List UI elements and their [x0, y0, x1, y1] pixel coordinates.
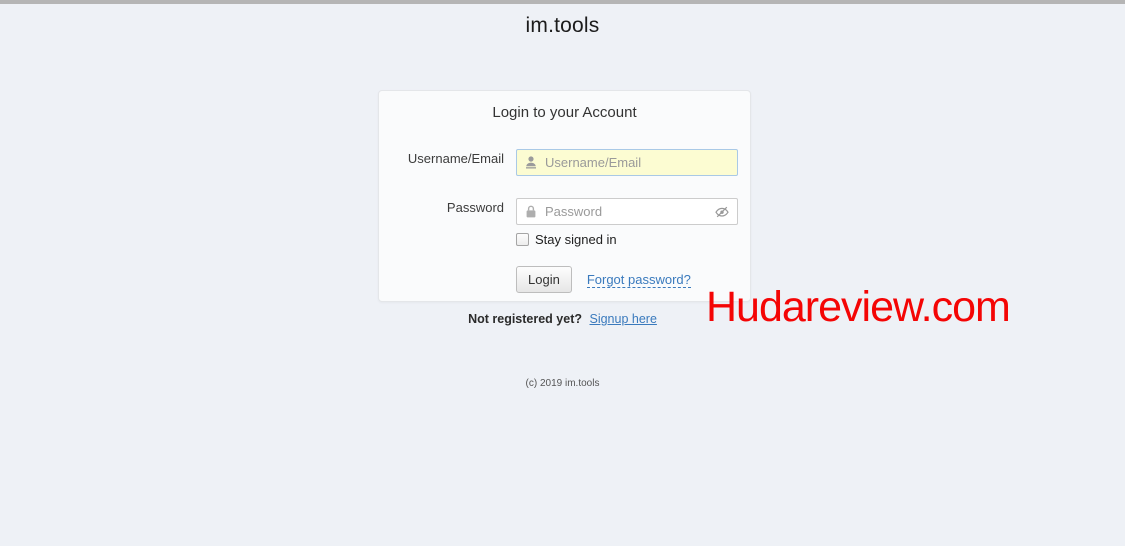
site-title: im.tools	[526, 14, 600, 37]
password-label: Password	[379, 200, 504, 215]
eye-slash-icon[interactable]	[714, 204, 730, 220]
top-border-line	[0, 0, 1125, 4]
signup-link[interactable]: Signup here	[589, 312, 656, 326]
username-field-wrapper	[516, 149, 738, 176]
username-input[interactable]	[516, 149, 738, 176]
login-card-title: Login to your Account	[379, 104, 750, 121]
login-card: Login to your Account Username/Email Pas…	[378, 90, 751, 302]
login-button[interactable]: Login	[516, 266, 572, 293]
signup-row: Not registered yet? Signup here	[0, 312, 1125, 326]
password-input[interactable]	[516, 198, 738, 225]
username-label: Username/Email	[379, 151, 504, 166]
footer-copyright: (c) 2019 im.tools	[0, 378, 1125, 389]
password-field-wrapper	[516, 198, 738, 225]
page-header: im.tools	[0, 14, 1125, 38]
login-actions-row: Login Forgot password?	[516, 266, 691, 293]
stay-signed-in-label: Stay signed in	[535, 232, 617, 247]
stay-signed-in-checkbox[interactable]	[516, 233, 529, 246]
stay-signed-in-row[interactable]: Stay signed in	[516, 232, 617, 247]
forgot-password-link[interactable]: Forgot password?	[587, 272, 691, 288]
signup-prompt: Not registered yet?	[468, 312, 582, 326]
